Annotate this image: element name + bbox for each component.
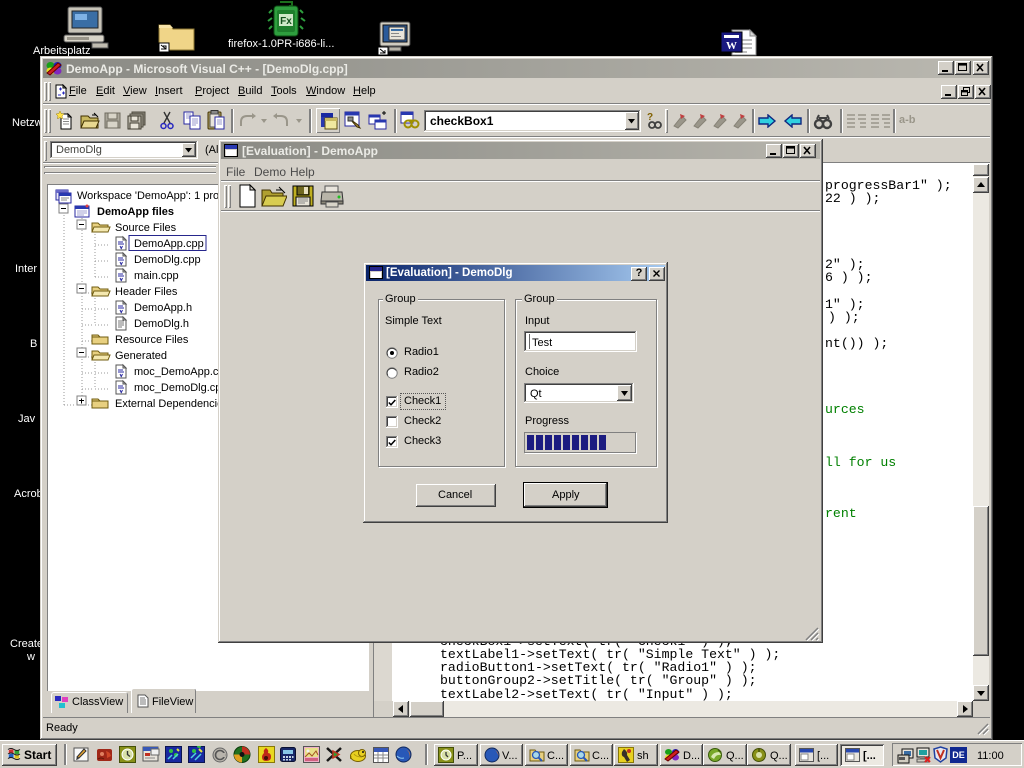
svg-text:Fx: Fx: [280, 16, 292, 27]
svg-text:W: W: [726, 40, 737, 52]
